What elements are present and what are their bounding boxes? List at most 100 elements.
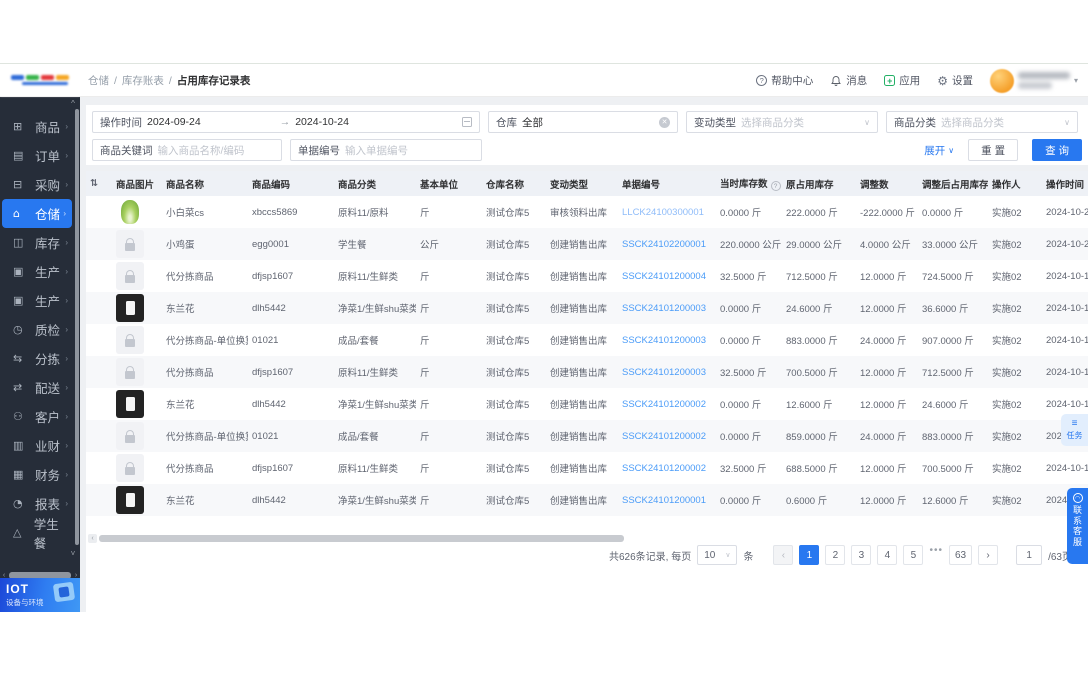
doc-no-link[interactable]: SSCK24101200003 <box>622 367 706 378</box>
adjust-qty: 12.0000 斤 <box>860 464 907 475</box>
user-account-menu[interactable]: ▾ <box>989 68 1078 93</box>
product-image-cell <box>112 260 162 292</box>
sidebar-item-业财[interactable]: ▥ 业财 › <box>0 431 74 460</box>
after-occupied: 12.6000 斤 <box>918 484 988 516</box>
sidebar-scroll-down-icon[interactable]: ˅ <box>68 549 78 558</box>
sidebar-item-label: 质检 <box>35 324 61 338</box>
inventory-icon: ◫ <box>13 236 24 249</box>
sidebar-item-生产[interactable]: ▣ 生产 › <box>0 257 74 286</box>
doc-no-link[interactable]: SSCK24101200003 <box>618 356 716 388</box>
doc-no-link[interactable]: SSCK24101200002 <box>618 452 716 484</box>
product-name: 东兰花 <box>162 292 248 324</box>
doc-no-link[interactable]: SSCK24101200003 <box>622 335 706 346</box>
clear-icon[interactable]: ✕ <box>659 116 670 128</box>
apps-menu[interactable]: + 应用 <box>884 73 920 88</box>
change-type-label: 变动类型 <box>694 116 736 129</box>
messages-menu[interactable]: 消息 <box>830 73 867 88</box>
sidebar-item-商品[interactable]: ⊞ 商品 › <box>0 112 74 141</box>
help-icon[interactable]: ? <box>770 181 781 192</box>
table-row: 代分拣商品-单位换算 01021 成品/套餐 斤 测试仓库5 创建销售出库 SSCK2410… <box>86 324 1088 356</box>
change-type-select[interactable]: 变动类型 选择商品分类 ∨ <box>686 111 878 133</box>
doc-no-link[interactable]: LLCK24100300001 <box>618 196 716 228</box>
sidebar-item-库存[interactable]: ◫ 库存 › <box>0 228 74 257</box>
doc-no-link[interactable]: SSCK24101200002 <box>622 463 706 474</box>
doc-no-link[interactable]: SSCK24101200001 <box>618 484 716 516</box>
sidebar-item-财务[interactable]: ▦ 财务 › <box>0 460 74 489</box>
doc-no-link[interactable]: SSCK24101200003 <box>618 324 716 356</box>
next-page-button[interactable]: › <box>978 545 999 565</box>
doc-no-link[interactable]: SSCK24101200004 <box>618 260 716 292</box>
doc-no-link[interactable]: SSCK24101200003 <box>618 292 716 324</box>
sidebar-vertical-scrollbar[interactable] <box>75 109 79 545</box>
doc-no-link[interactable]: SSCK24101200002 <box>618 388 716 420</box>
doc-no-link[interactable]: SSCK24102200001 <box>622 239 706 250</box>
sidebar-item-label: 报表 <box>35 498 61 512</box>
sidebar-item-生产[interactable]: ▣ 生产 › <box>0 286 74 315</box>
chevron-right-icon: › <box>65 267 68 276</box>
scrollbar-thumb[interactable] <box>99 535 624 542</box>
breadcrumb-link[interactable]: 仓储 <box>88 73 109 88</box>
unit-label: 条 <box>743 551 754 563</box>
product-image-cell <box>112 452 162 484</box>
page-size-select[interactable]: 10 ∨ <box>697 545 738 565</box>
page-jump-input[interactable]: 1 <box>1016 545 1043 565</box>
category-select[interactable]: 商品分类 选择商品分类 ∨ <box>886 111 1078 133</box>
sidebar-item-采购[interactable]: ⊟ 采购 › <box>0 170 74 199</box>
column-header-变动类型: 变动类型 <box>546 171 618 196</box>
iot-banner[interactable]: IOT 设备与环境 <box>0 578 80 612</box>
after-occupied: 700.5000 斤 <box>922 464 974 475</box>
warehouse-select[interactable]: 仓库 全部 ✕ <box>488 111 678 133</box>
keyword-input[interactable]: 商品关键词 输入商品名称/编码 <box>92 139 282 161</box>
page-button-5[interactable]: 5 <box>903 545 924 565</box>
sidebar-item-学生餐[interactable]: △ 学生餐 <box>0 518 74 551</box>
sidebar-item-label: 库存 <box>35 237 61 251</box>
breadcrumb-link[interactable]: 库存账表 <box>122 73 164 88</box>
sidebar-item-配送[interactable]: ⇄ 配送 › <box>0 373 74 402</box>
doc-no-link[interactable]: SSCK24101200001 <box>622 495 706 506</box>
sidebar-item-分拣[interactable]: ⇆ 分拣 › <box>0 344 74 373</box>
column-filter-icon[interactable]: ⇅ <box>90 178 98 189</box>
doc-no-link[interactable]: SSCK24102200001 <box>618 228 716 260</box>
adjust-qty: 12.0000 斤 <box>860 400 907 411</box>
contact-service-widget[interactable]: ◠ 联系客服 <box>1067 488 1088 564</box>
sidebar-item-订单[interactable]: ▤ 订单 › <box>0 141 74 170</box>
service-label-char: 服 <box>1072 536 1082 547</box>
expand-toggle[interactable]: 展开 ∨ <box>924 143 954 158</box>
prev-page-button[interactable]: ‹ <box>773 545 794 565</box>
change-type: 创建销售出库 <box>550 464 608 475</box>
doc-no-link[interactable]: SSCK24101200004 <box>622 271 706 282</box>
scroll-left-icon[interactable]: ‹ <box>88 534 97 543</box>
settings-menu[interactable]: ⚙ 设置 <box>937 73 973 88</box>
page-button-2[interactable]: 2 <box>825 545 846 565</box>
sidebar-item-客户[interactable]: ⚇ 客户 › <box>0 402 74 431</box>
sidebar-item-label: 分拣 <box>35 353 61 367</box>
doc-no-link[interactable]: LLCK24100300001 <box>622 207 704 218</box>
base-unit: 斤 <box>420 208 430 219</box>
date-range-picker[interactable]: 操作时间 2024-09-24 → 2024-10-24 <box>92 111 480 133</box>
task-widget[interactable]: ≡ 任务 <box>1061 414 1088 446</box>
doc-no-link[interactable]: SSCK24101200003 <box>622 303 706 314</box>
help-center-label: 帮助中心 <box>771 75 814 87</box>
doc-no-link[interactable]: SSCK24101200002 <box>618 420 716 452</box>
lock-icon <box>125 237 135 251</box>
query-button[interactable]: 查 询 <box>1032 139 1082 161</box>
page-button-63[interactable]: 63 <box>948 545 973 565</box>
doc-no-input[interactable]: 单据编号 输入单据编号 <box>290 139 482 161</box>
product-code: dlh5442 <box>248 292 334 324</box>
sidebar-scroll-up-icon[interactable]: ^ <box>68 99 78 108</box>
product-code: 01021 <box>252 334 279 346</box>
doc-no-link[interactable]: SSCK24101200002 <box>622 431 706 442</box>
pagination: 共626条记录, 每页 10 ∨ 条 ‹ 1 2 3 4 5 ••• 63 › 1 /63页 <box>609 545 1072 565</box>
page-button-4[interactable]: 4 <box>877 545 898 565</box>
column-filter-header[interactable]: ⇅ <box>86 171 112 196</box>
current-stock: 32.5000 斤 <box>716 356 782 388</box>
page-button-1[interactable]: 1 <box>799 545 820 565</box>
sidebar-item-仓储[interactable]: ⌂ 仓储 › <box>2 199 72 228</box>
help-center-menu[interactable]: ? 帮助中心 <box>756 73 813 88</box>
page-button-3[interactable]: 3 <box>851 545 872 565</box>
doc-no-link[interactable]: SSCK24101200002 <box>622 399 706 410</box>
sidebar-item-质检[interactable]: ◷ 质检 › <box>0 315 74 344</box>
table-horizontal-scrollbar[interactable]: ‹ <box>88 534 624 543</box>
reset-button[interactable]: 重 置 <box>968 139 1019 161</box>
warehouse-name: 测试仓库5 <box>482 228 546 260</box>
